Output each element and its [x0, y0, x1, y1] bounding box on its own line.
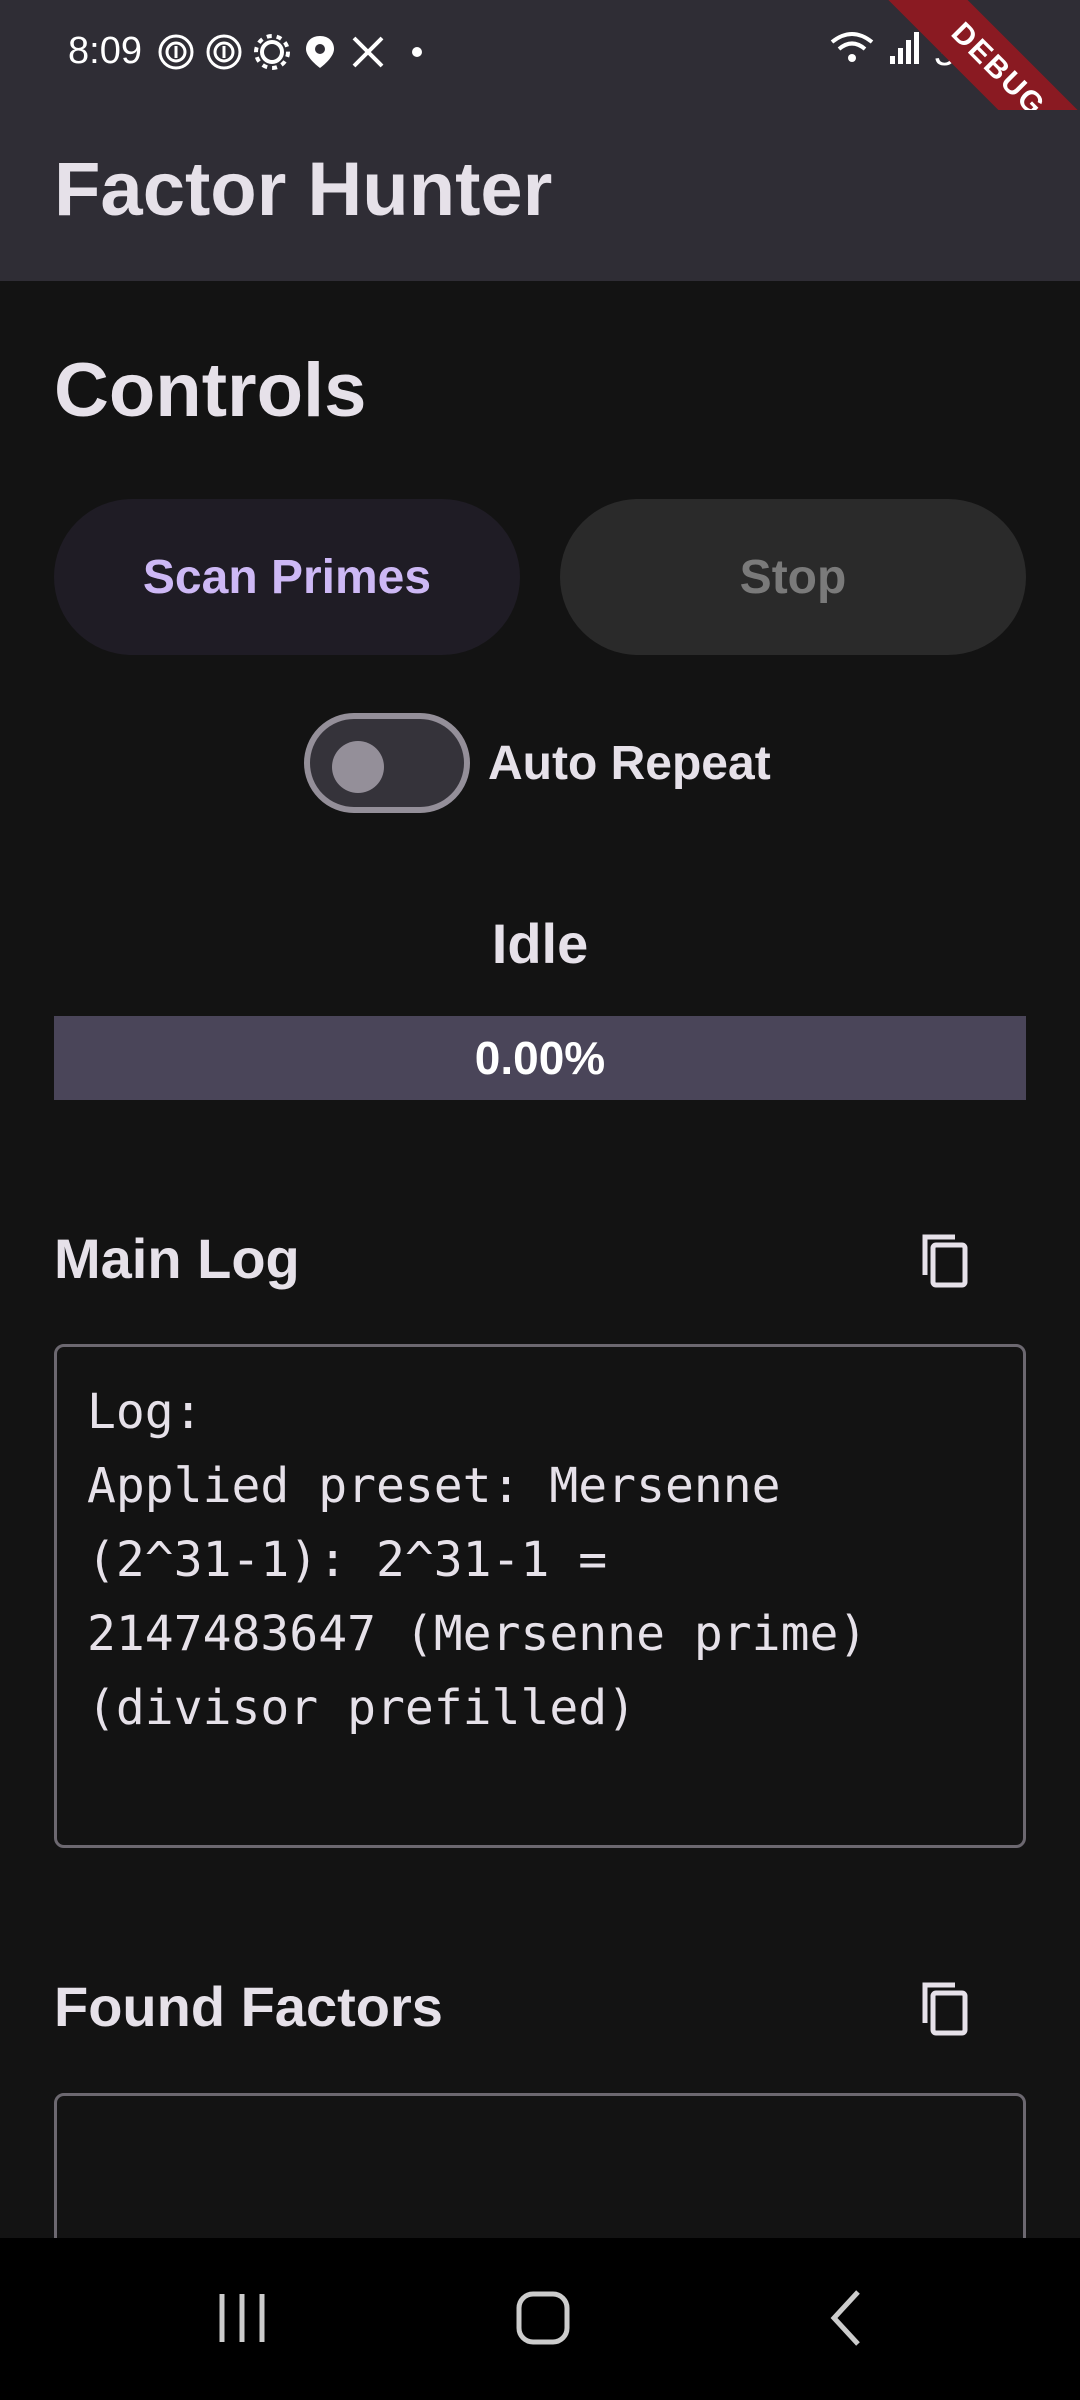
auto-repeat-label: Auto Repeat: [488, 736, 771, 790]
main-log-text: Log: Applied preset: Mersenne (2^31-1): …: [87, 1384, 868, 1736]
app-title: Factor Hunter: [54, 147, 553, 232]
status-time: 8:09: [68, 30, 142, 72]
stop-button[interactable]: Stop: [560, 499, 1026, 655]
scan-primes-button[interactable]: Scan Primes: [54, 499, 520, 655]
app-bar: Factor Hunter: [0, 110, 1080, 281]
fingerprint-icon: [204, 32, 244, 72]
system-nav-bar: [0, 2238, 1080, 2400]
auto-repeat-row: Auto Repeat: [304, 713, 771, 813]
signal-icon: [888, 30, 920, 76]
progress-bar: 0.00%: [54, 1016, 1026, 1100]
found-factors-title: Found Factors: [54, 1975, 443, 2038]
recents-button[interactable]: [202, 2288, 282, 2352]
location-pin-icon: [300, 32, 340, 72]
controls-heading: Controls: [54, 348, 367, 433]
wifi-icon: [830, 30, 874, 76]
tools-icon: [348, 32, 388, 72]
home-icon: [513, 2288, 573, 2353]
notification-icons: [156, 32, 422, 72]
copy-icon: [917, 1979, 973, 2044]
copy-icon: [917, 1231, 973, 1296]
main-log-box[interactable]: Log: Applied preset: Mersenne (2^31-1): …: [54, 1344, 1026, 1848]
progress-label: 0.00%: [474, 1032, 606, 1084]
recents-icon: [212, 2290, 272, 2351]
back-chevron-icon: [826, 2288, 866, 2353]
status-text: Idle: [491, 912, 589, 975]
fingerprint-icon: [156, 32, 196, 72]
dot-icon: [412, 47, 422, 57]
back-button[interactable]: [806, 2288, 886, 2352]
home-button[interactable]: [503, 2288, 583, 2352]
main-log-title: Main Log: [54, 1227, 300, 1290]
settings-icon: [252, 32, 292, 72]
switch-knob: [332, 741, 384, 793]
auto-repeat-switch[interactable]: [304, 713, 470, 813]
copy-found-factors-button[interactable]: [905, 1971, 985, 2051]
copy-main-log-button[interactable]: [905, 1223, 985, 1303]
